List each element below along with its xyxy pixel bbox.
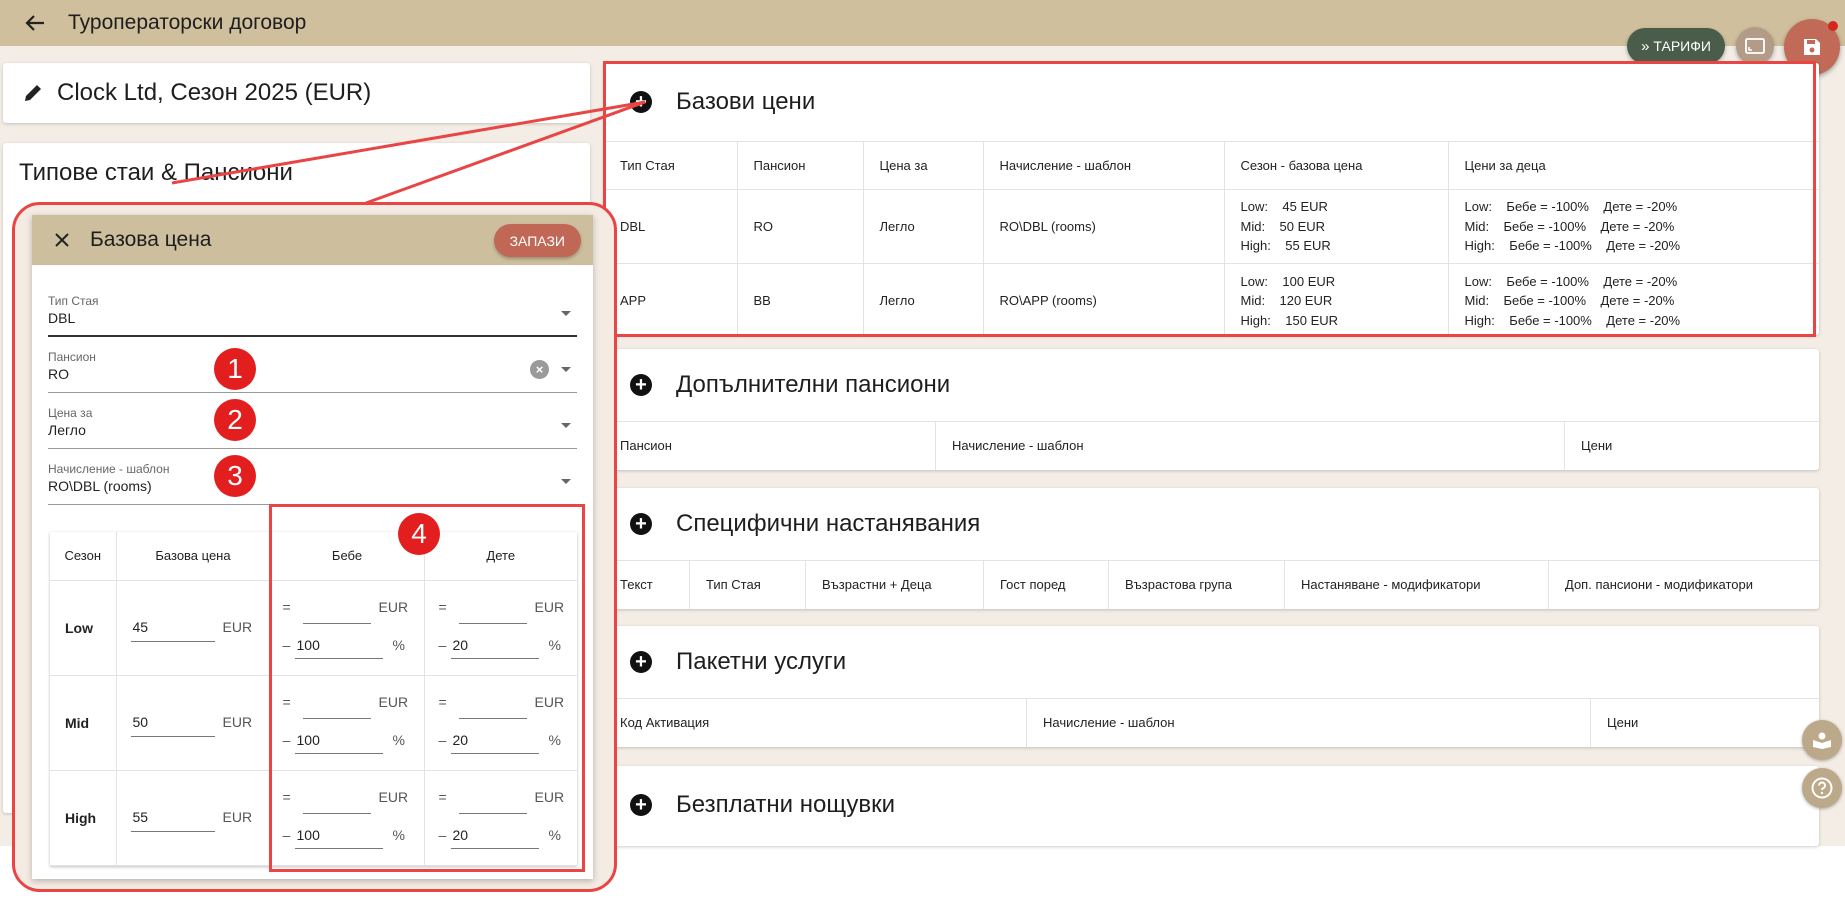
field-value: Легло <box>48 422 86 438</box>
field-label: Начисление - шаблон <box>48 462 170 476</box>
equals-sign: = <box>438 788 447 805</box>
annotation-badge-4: 4 <box>398 513 440 555</box>
baby-percent-input[interactable]: 100 <box>297 827 320 843</box>
annotation-badge-1: 1 <box>214 348 256 390</box>
close-button[interactable] <box>32 232 92 248</box>
season-name: Low <box>50 580 117 676</box>
dialog-header: Базова цена ЗАПАЗИ <box>32 215 593 265</box>
percent-suffix: % <box>548 636 561 653</box>
base-price-input[interactable]: 50 <box>133 714 149 730</box>
percent-suffix: % <box>392 636 405 653</box>
dropdown-caret-icon <box>561 367 571 372</box>
currency-suffix: EUR <box>534 693 565 710</box>
col-header: Базова цена <box>116 532 271 581</box>
base-price-input[interactable]: 55 <box>133 809 149 825</box>
currency-suffix: EUR <box>222 808 253 825</box>
minus-sign: – <box>282 636 291 653</box>
currency-suffix: EUR <box>378 693 409 710</box>
equals-sign: = <box>282 693 291 710</box>
baby-percent-input[interactable]: 100 <box>297 732 320 748</box>
percent-suffix: % <box>392 731 405 748</box>
room-type-select[interactable]: Тип Стая DBL <box>48 287 577 337</box>
season-name: High <box>50 770 117 866</box>
currency-suffix: EUR <box>378 598 409 615</box>
dropdown-caret-icon <box>561 479 571 484</box>
baby-percent-input[interactable]: 100 <box>297 637 320 653</box>
field-label: Пансион <box>48 350 96 364</box>
col-header: Сезон <box>50 532 117 581</box>
equals-sign: = <box>438 598 447 615</box>
season-name: Mid <box>50 675 117 771</box>
field-value: RO\DBL (rooms) <box>48 478 152 494</box>
dialog-title: Базова цена <box>90 228 212 251</box>
equals-sign: = <box>282 598 291 615</box>
table-row: Low 45 EUR = EUR – 100 % = EUR – 20 % <box>50 580 577 676</box>
table-row: High 55 EUR = EUR – 100 % = EUR – 20 % <box>50 770 577 866</box>
minus-sign: – <box>282 826 291 843</box>
season-prices-table: Сезон Базова цена Бебе Дете Low 45 EUR =… <box>50 532 577 866</box>
dropdown-caret-icon <box>561 423 571 428</box>
clear-icon[interactable]: × <box>530 360 549 379</box>
board-select[interactable]: Пансион RO × <box>48 343 577 393</box>
close-icon <box>55 233 69 247</box>
annotation-badge-3: 3 <box>214 455 256 497</box>
base-price-dialog: Базова цена ЗАПАЗИ Тип Стая DBL Пансион … <box>32 215 593 879</box>
minus-sign: – <box>438 731 447 748</box>
minus-sign: – <box>438 826 447 843</box>
field-label: Цена за <box>48 406 93 420</box>
price-for-select[interactable]: Цена за Легло <box>48 399 577 449</box>
percent-suffix: % <box>548 826 561 843</box>
equals-sign: = <box>438 693 447 710</box>
currency-suffix: EUR <box>222 618 253 635</box>
template-select[interactable]: Начисление - шаблон RO\DBL (rooms) <box>48 455 577 505</box>
table-row: Mid 50 EUR = EUR – 100 % = EUR – 20 % <box>50 675 577 771</box>
field-label: Тип Стая <box>48 294 99 308</box>
field-value: DBL <box>48 310 76 326</box>
percent-suffix: % <box>548 731 561 748</box>
dialog-save-button[interactable]: ЗАПАЗИ <box>493 224 581 257</box>
currency-suffix: EUR <box>534 598 565 615</box>
minus-sign: – <box>438 636 447 653</box>
minus-sign: – <box>282 731 291 748</box>
child-percent-input[interactable]: 20 <box>453 637 469 653</box>
currency-suffix: EUR <box>534 788 565 805</box>
child-percent-input[interactable]: 20 <box>453 827 469 843</box>
currency-suffix: EUR <box>378 788 409 805</box>
col-header: Дете <box>424 532 577 581</box>
annotation-badge-2: 2 <box>214 399 256 441</box>
percent-suffix: % <box>392 826 405 843</box>
equals-sign: = <box>282 788 291 805</box>
child-percent-input[interactable]: 20 <box>453 732 469 748</box>
base-price-input[interactable]: 45 <box>133 619 149 635</box>
field-value: RO <box>48 366 69 382</box>
dropdown-caret-icon <box>561 311 571 316</box>
currency-suffix: EUR <box>222 713 253 730</box>
